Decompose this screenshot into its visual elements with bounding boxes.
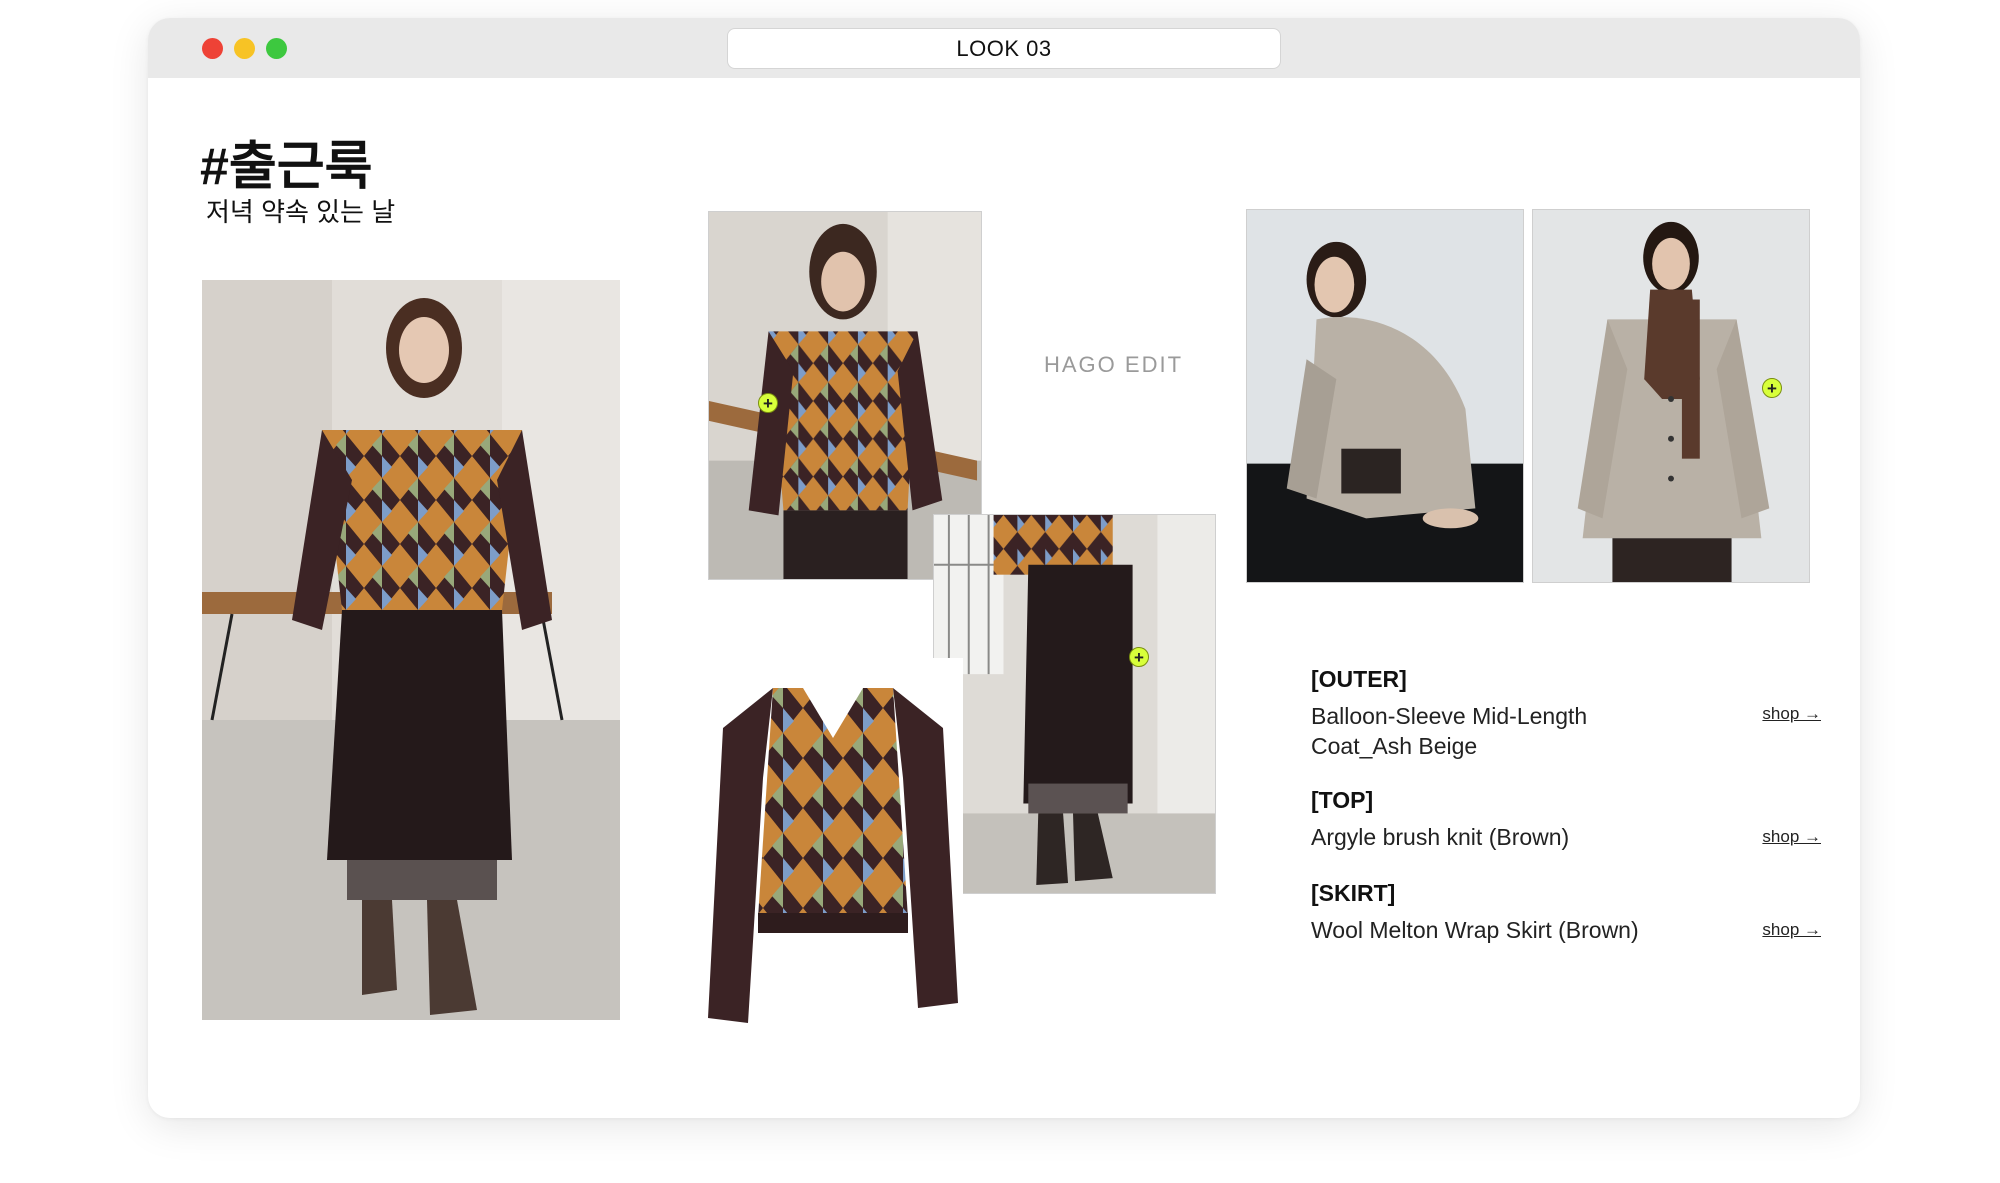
brand-label: HAGO EDIT	[1044, 352, 1184, 377]
coat-hotspot-plus-icon[interactable]: +	[1762, 378, 1782, 398]
product-name: Argyle brush knit (Brown)	[1311, 824, 1570, 850]
shop-link-outer[interactable]: shop →	[1762, 704, 1821, 724]
browser-window: LOOK 03 #출근룩 저녁 약속 있는 날 + HAGO EDIT + + …	[148, 18, 1860, 1118]
product-list: [OUTER] Balloon-Sleeve Mid-Length Coat_A…	[1311, 666, 1821, 945]
top-hotspot-plus-icon[interactable]: +	[758, 393, 778, 413]
title-bar: LOOK 03	[148, 18, 1860, 78]
close-window-button[interactable]	[202, 38, 223, 59]
product-category: [OUTER]	[1311, 666, 1407, 692]
coat-crouching-photo	[1246, 209, 1524, 583]
product-name: Balloon-Sleeve Mid-Length Coat_Ash Beige	[1311, 703, 1588, 759]
product-item-top: [TOP] Argyle brush knit (Brown) shop →	[1311, 787, 1821, 852]
window-title-bar-field[interactable]: LOOK 03	[727, 28, 1281, 69]
look-hashtag-title: #출근룩	[200, 138, 373, 196]
main-look-photo	[202, 280, 620, 1020]
knit-flatlay-photo	[703, 658, 963, 1028]
product-category: [SKIRT]	[1311, 880, 1396, 906]
shop-link-top[interactable]: shop →	[1762, 827, 1821, 847]
product-item-outer: [OUTER] Balloon-Sleeve Mid-Length Coat_A…	[1311, 666, 1821, 761]
minimize-window-button[interactable]	[234, 38, 255, 59]
product-category: [TOP]	[1311, 787, 1374, 813]
skirt-hotspot-plus-icon[interactable]: +	[1129, 647, 1149, 667]
maximize-window-button[interactable]	[266, 38, 287, 59]
product-item-skirt: [SKIRT] Wool Melton Wrap Skirt (Brown) s…	[1311, 880, 1821, 945]
skirt-photo	[933, 514, 1216, 894]
shop-link-skirt[interactable]: shop →	[1762, 920, 1821, 940]
look-subtitle: 저녁 약속 있는 날	[206, 197, 396, 227]
product-name: Wool Melton Wrap Skirt (Brown)	[1311, 917, 1639, 943]
lookbook-content: #출근룩 저녁 약속 있는 날 + HAGO EDIT + + [OUTER] …	[148, 78, 1860, 1118]
